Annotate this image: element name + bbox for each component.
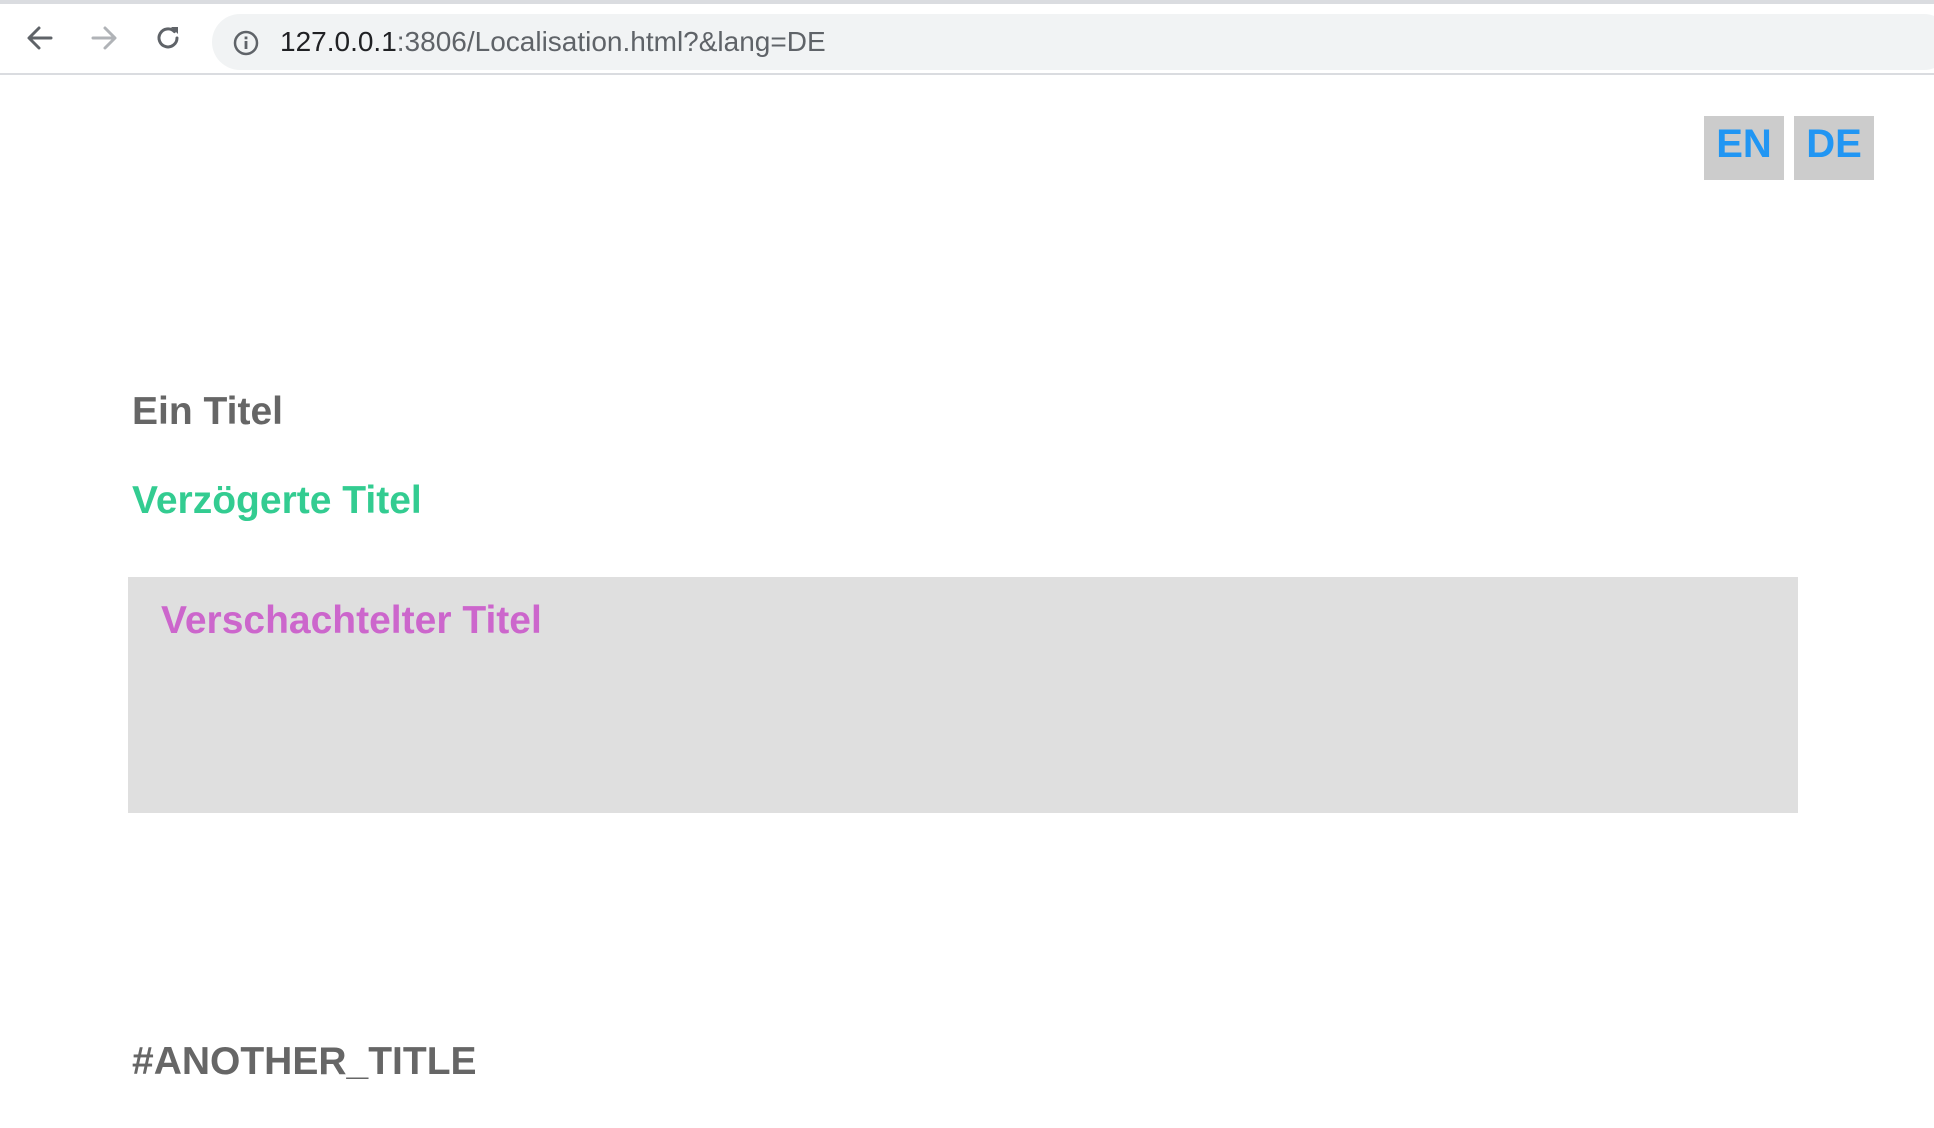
info-circle-icon[interactable] [232,29,260,57]
forward-button[interactable] [82,16,126,60]
title: Ein Titel [132,390,283,433]
url-host: 127.0.0.1 [280,26,397,57]
arrow-right-icon [91,26,117,50]
address-bar[interactable]: 127.0.0.1:3806/Localisation.html?&lang=D… [212,14,1934,70]
browser-toolbar: 127.0.0.1:3806/Localisation.html?&lang=D… [0,0,1934,75]
language-button-en[interactable]: EN [1704,116,1784,180]
url-text[interactable]: 127.0.0.1:3806/Localisation.html?&lang=D… [280,14,826,70]
arrow-left-icon [27,26,53,50]
nested-title: Verschachtelter Titel [161,599,542,642]
back-button[interactable] [18,16,62,60]
delayed-title: Verzögerte Titel [132,479,422,522]
reload-icon [157,27,179,49]
nested-container: Verschachtelter Titel [128,577,1798,813]
language-button-de[interactable]: DE [1794,116,1874,180]
another-title: #ANOTHER_TITLE [132,1040,477,1083]
url-path: :3806/Localisation.html?&lang=DE [396,26,826,57]
reload-button[interactable] [146,16,190,60]
